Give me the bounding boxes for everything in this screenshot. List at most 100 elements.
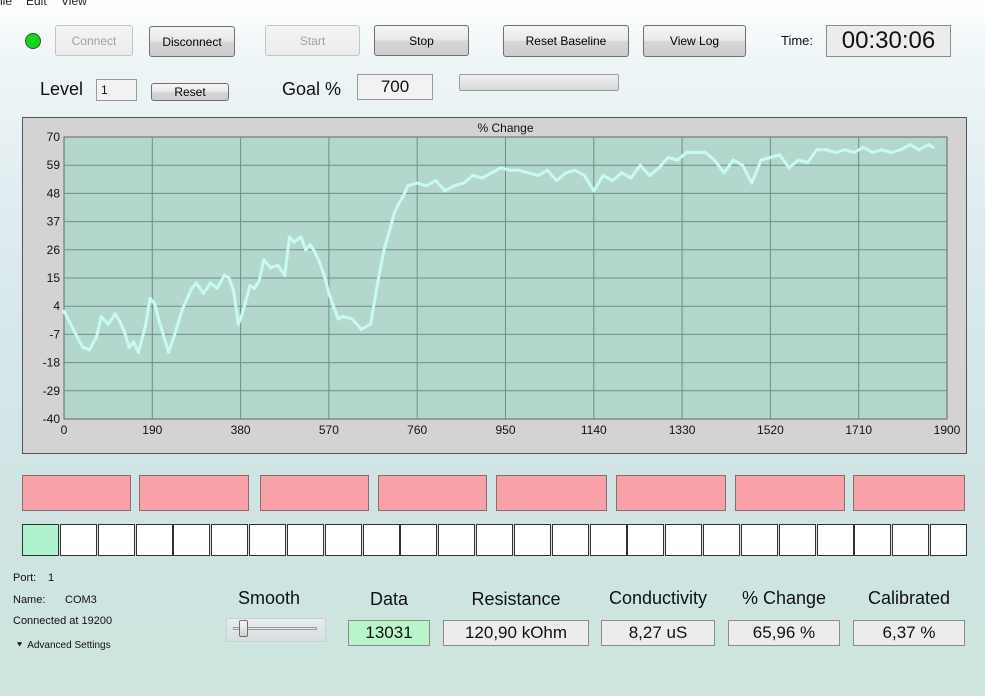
level-indicator-square	[590, 524, 627, 556]
chart-data-point	[157, 320, 161, 324]
time-display: 00:30:06	[826, 25, 951, 57]
menu-file[interactable]: ile	[0, 0, 12, 8]
chart-data-point	[283, 273, 287, 277]
chart-data-point	[378, 268, 382, 272]
chart-data-point	[239, 317, 243, 321]
menu-edit[interactable]: Edit	[26, 0, 47, 8]
chart-data-point	[703, 150, 707, 154]
chart-data-point	[322, 273, 326, 277]
chart-data-point	[287, 235, 291, 239]
goal-progress-bar	[459, 74, 619, 91]
chart-data-point	[143, 325, 147, 329]
chart-data-point	[452, 184, 456, 188]
advanced-settings-toggle[interactable]: ⯆ Advanced Settings	[16, 640, 111, 651]
chart-y-tick-label: -18	[43, 356, 61, 370]
chart-y-tick-label: 26	[47, 243, 61, 257]
chart-data-point	[106, 322, 110, 326]
data-label: Data	[369, 589, 409, 609]
threshold-indicator	[260, 475, 369, 511]
chart-data-point	[675, 158, 680, 162]
chart-data-point	[162, 335, 166, 339]
chart-data-point	[369, 322, 373, 326]
chart-data-point	[122, 330, 126, 334]
chart-data-point	[787, 166, 791, 170]
chart-data-point	[685, 150, 689, 154]
chart-y-tick-label: -40	[43, 412, 61, 426]
chart-data-point	[861, 145, 865, 149]
level-indicator-square	[854, 524, 891, 556]
level-indicator-square	[552, 524, 589, 556]
level-indicator-square	[211, 524, 248, 556]
chart-data-point	[341, 314, 345, 319]
name-label: Name:	[13, 594, 46, 606]
data-value: 13031	[348, 620, 430, 646]
goal-field[interactable]: 700	[357, 74, 433, 100]
chart-data-point	[898, 148, 903, 152]
chart-data-point	[917, 148, 921, 152]
conductivity-value: 8,27 uS	[601, 620, 715, 646]
chart-data-point	[931, 145, 935, 149]
level-reset-button[interactable]: Reset	[151, 83, 229, 101]
chart-data-point	[852, 150, 856, 154]
chart-data-point	[136, 350, 140, 354]
chart-data-point	[269, 266, 273, 270]
chart-data-point	[778, 153, 782, 157]
view-log-button[interactable]: View Log	[643, 25, 746, 57]
chart-data-point	[257, 279, 261, 283]
chart-data-point	[722, 171, 726, 175]
chart-data-point	[153, 302, 157, 306]
smooth-slider-thumb[interactable]	[238, 620, 248, 637]
chart-data-point	[694, 150, 698, 154]
chart-data-point	[132, 340, 136, 344]
chart-x-tick-label: 1330	[669, 423, 696, 437]
chart-x-tick-label: 950	[495, 423, 515, 437]
menu-view[interactable]: View	[61, 0, 87, 8]
chart-data-point	[276, 263, 280, 267]
chart-data-point	[127, 345, 131, 349]
chart-data-point	[601, 173, 605, 178]
goal-label: Goal %	[282, 79, 342, 99]
chart-data-point	[657, 166, 661, 170]
chart-data-point	[415, 181, 419, 185]
chart-data-point	[252, 286, 257, 290]
disconnect-button[interactable]: Disconnect	[149, 26, 235, 57]
threshold-indicator	[853, 475, 965, 511]
chart-x-tick-label: 1900	[934, 423, 961, 437]
chart-data-point	[582, 173, 587, 178]
chart-x-tick-label: 0	[61, 423, 68, 437]
chart-data-point	[118, 320, 122, 324]
reset-baseline-button[interactable]: Reset Baseline	[503, 25, 629, 57]
chart-data-point	[527, 171, 531, 175]
port-value: 1	[48, 572, 55, 584]
chart-data-point	[908, 143, 912, 147]
stop-button[interactable]: Stop	[374, 25, 469, 56]
chart-data-point	[759, 158, 763, 162]
chart-data-point	[517, 168, 521, 172]
level-indicator-square	[514, 524, 551, 556]
percent-change-chart: % Change 0 190 380 570 760 950 1140 1330 1520 1710…	[22, 117, 967, 454]
start-button[interactable]: Start	[265, 25, 360, 56]
chart-data-point	[796, 158, 800, 162]
level-field[interactable]: 1	[96, 79, 137, 101]
threshold-indicator	[22, 475, 131, 511]
connect-button[interactable]: Connect	[55, 25, 133, 56]
percent-change-label: % Change	[741, 588, 827, 608]
chart-data-point	[94, 335, 99, 339]
chart-data-point	[768, 155, 773, 160]
chart-data-point	[397, 202, 401, 206]
chart-data-point	[424, 184, 429, 188]
chart-data-point	[201, 291, 205, 295]
chart-x-tick-label: 760	[407, 423, 427, 437]
chart-data-point	[313, 250, 317, 254]
chart-x-tick-label: 1140	[581, 423, 607, 437]
chart-y-tick-label: -7	[49, 327, 60, 341]
level-indicator-square	[665, 524, 702, 556]
name-value: COM3	[65, 594, 97, 606]
chart-data-point	[71, 327, 75, 331]
chart-data-point	[731, 158, 735, 162]
chart-data-point	[638, 163, 642, 167]
chart-y-tick-label: 15	[47, 271, 61, 285]
threshold-indicator	[496, 475, 607, 511]
chart-y-tick-label: 59	[47, 158, 61, 172]
chart-title: % Change	[477, 121, 533, 135]
